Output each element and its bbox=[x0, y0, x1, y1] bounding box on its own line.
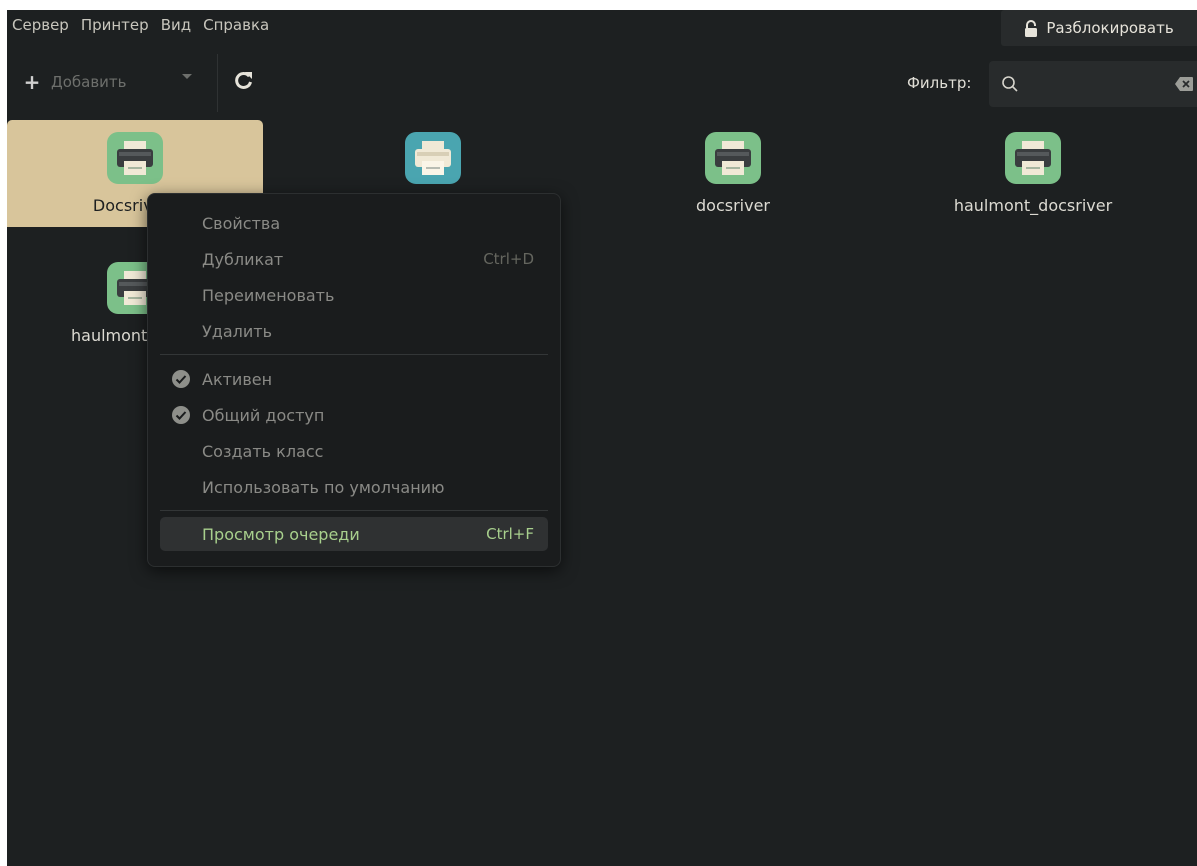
menu-item-create-class[interactable]: Создать класс bbox=[160, 434, 548, 468]
unlock-button[interactable]: Разблокировать bbox=[1001, 10, 1197, 46]
menu-printer[interactable]: Принтер bbox=[76, 10, 154, 40]
printer-label: docsriver bbox=[696, 196, 770, 215]
menu-item-label: Общий доступ bbox=[202, 405, 325, 425]
clear-icon[interactable] bbox=[1175, 77, 1193, 91]
search-icon bbox=[1002, 76, 1018, 92]
context-menu: Свойства Дубликат Ctrl+D Переименовать У… bbox=[147, 193, 561, 567]
menu-server[interactable]: Сервер bbox=[7, 10, 74, 40]
menu-item-set-default[interactable]: Использовать по умолчанию bbox=[160, 470, 548, 504]
printer-tile[interactable]: haulmont_docsriver bbox=[905, 120, 1161, 227]
add-button[interactable]: + Добавить bbox=[23, 66, 127, 98]
check-icon bbox=[172, 406, 190, 424]
printer-icon bbox=[107, 132, 163, 184]
menu-item-label: Просмотр очереди bbox=[202, 524, 360, 544]
printer-icon bbox=[705, 132, 761, 184]
menu-item-label: Свойства bbox=[202, 213, 281, 233]
menu-item-delete[interactable]: Удалить bbox=[160, 314, 548, 348]
menubar: Сервер Принтер Вид Справка Разблокироват… bbox=[7, 10, 1197, 46]
filter-input[interactable] bbox=[989, 61, 1197, 107]
printers-window: Сервер Принтер Вид Справка Разблокироват… bbox=[7, 10, 1197, 866]
menu-item-shared[interactable]: Общий доступ bbox=[160, 398, 548, 432]
menu-item-shortcut: Ctrl+F bbox=[486, 525, 534, 543]
menu-item-label: Дубликат bbox=[202, 249, 284, 269]
refresh-button[interactable] bbox=[232, 68, 256, 92]
toolbar-separator bbox=[217, 54, 218, 112]
menu-item-label: Удалить bbox=[202, 321, 272, 341]
add-label: Добавить bbox=[51, 73, 127, 91]
printer-tile[interactable]: docsriver bbox=[605, 120, 861, 227]
menu-item-label: Использовать по умолчанию bbox=[202, 477, 445, 497]
menu-item-view-queue[interactable]: Просмотр очереди Ctrl+F bbox=[160, 517, 548, 551]
printer-icon bbox=[1005, 132, 1061, 184]
menu-item-label: Активен bbox=[202, 369, 273, 389]
menu-help[interactable]: Справка bbox=[198, 10, 274, 40]
menu-item-properties[interactable]: Свойства bbox=[160, 206, 548, 240]
refresh-icon bbox=[235, 72, 252, 89]
menu-separator bbox=[160, 354, 548, 355]
menu-item-label: Переименовать bbox=[202, 285, 335, 305]
filter-label: Фильтр: bbox=[907, 74, 972, 92]
unlock-label: Разблокировать bbox=[1046, 19, 1174, 37]
menu-item-rename[interactable]: Переименовать bbox=[160, 278, 548, 312]
printer-label: haulmont_docsriver bbox=[953, 196, 1113, 215]
menu-item-duplicate[interactable]: Дубликат Ctrl+D bbox=[160, 242, 548, 276]
menu-item-shortcut: Ctrl+D bbox=[483, 250, 534, 268]
check-icon bbox=[172, 370, 190, 388]
unlock-icon bbox=[1024, 19, 1038, 37]
plus-icon: + bbox=[23, 70, 41, 94]
printer-icon bbox=[405, 132, 461, 184]
add-dropdown-icon[interactable] bbox=[182, 74, 192, 79]
menu-item-label: Создать класс bbox=[202, 441, 324, 461]
menu-item-enabled[interactable]: Активен bbox=[160, 362, 548, 396]
menu-view[interactable]: Вид bbox=[156, 10, 196, 40]
toolbar: + Добавить Фильтр: bbox=[7, 52, 1197, 114]
menu-separator bbox=[160, 510, 548, 511]
